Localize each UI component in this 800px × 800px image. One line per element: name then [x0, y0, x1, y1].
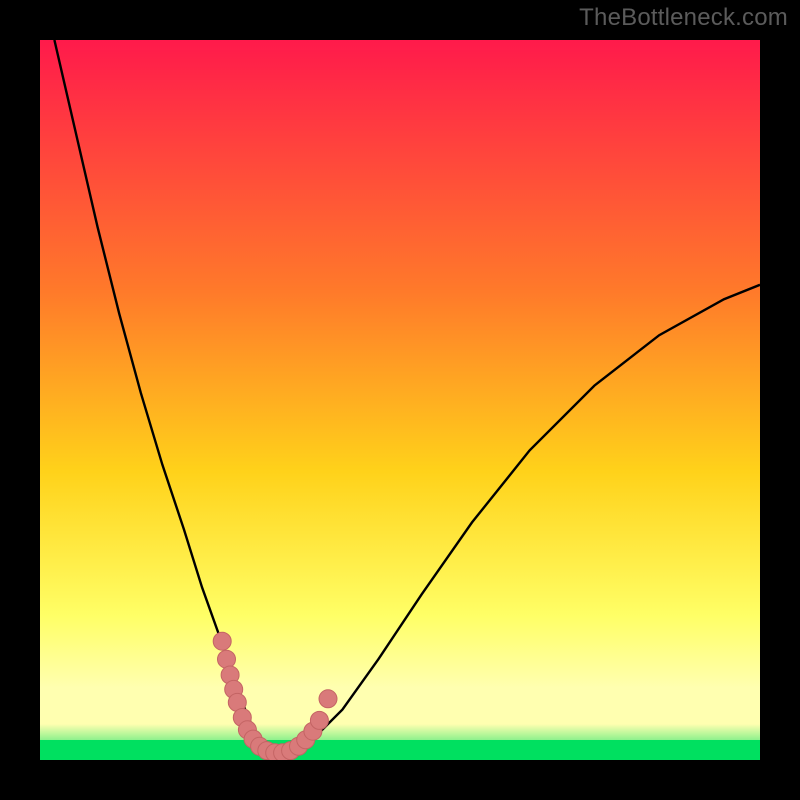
chart-frame: TheBottleneck.com: [0, 0, 800, 800]
plot-area: [40, 40, 760, 760]
plot-background: [40, 40, 760, 760]
sample-dot: [218, 650, 236, 668]
sample-dot: [310, 711, 328, 729]
sample-dot: [319, 690, 337, 708]
plot-svg: [40, 40, 760, 760]
watermark-text: TheBottleneck.com: [579, 4, 788, 32]
green-band: [40, 740, 760, 760]
sample-dot: [213, 632, 231, 650]
